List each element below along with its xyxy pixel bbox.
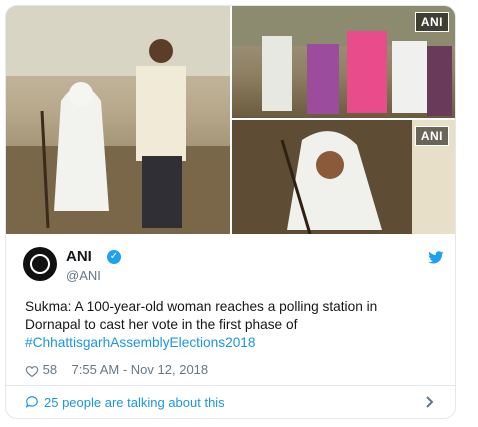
tweet-header: ANI ✓ @ANI (23, 247, 445, 287)
like-count[interactable]: 58 (43, 362, 57, 377)
tweet-card[interactable]: ANI ANI ANI ✓ @ANI Sukma: A 100-year-old… (5, 5, 456, 419)
tweet-meta: 58 7:55 AM - Nov 12, 2018 (25, 362, 208, 378)
tweet-text: Sukma: A 100-year-old woman reaches a po… (25, 298, 435, 352)
photo-woman-closeup[interactable]: ANI (232, 120, 455, 234)
ani-logo-icon (30, 254, 50, 274)
conversation-footer[interactable]: 25 people are talking about this (6, 385, 455, 418)
photo-woman-walking-with-stick[interactable] (6, 6, 230, 234)
chevron-right-icon[interactable] (425, 396, 435, 408)
hashtag-link[interactable]: #ChhattisgarhAssemblyElections2018 (25, 334, 435, 352)
author-handle[interactable]: @ANI (66, 268, 101, 283)
speech-bubble-icon (25, 396, 38, 408)
twitter-bird-icon[interactable] (427, 251, 445, 265)
tweet-text-line-1: Sukma: A 100-year-old woman reaches a po… (25, 299, 378, 314)
tweet-timestamp[interactable]: 7:55 AM - Nov 12, 2018 (72, 362, 209, 377)
tweet-media-grid[interactable]: ANI ANI (6, 6, 455, 234)
avatar[interactable] (23, 247, 57, 281)
author-name[interactable]: ANI (66, 248, 92, 265)
tweet-text-line-2: Dornapal to cast her vote in the first p… (25, 317, 298, 332)
verified-icon: ✓ (107, 250, 121, 264)
ani-watermark: ANI (414, 12, 449, 32)
conversation-link[interactable]: 25 people are talking about this (44, 395, 225, 410)
photo-women-in-queue[interactable]: ANI (232, 6, 455, 118)
ani-watermark: ANI (414, 126, 449, 146)
heart-icon[interactable] (25, 365, 39, 377)
